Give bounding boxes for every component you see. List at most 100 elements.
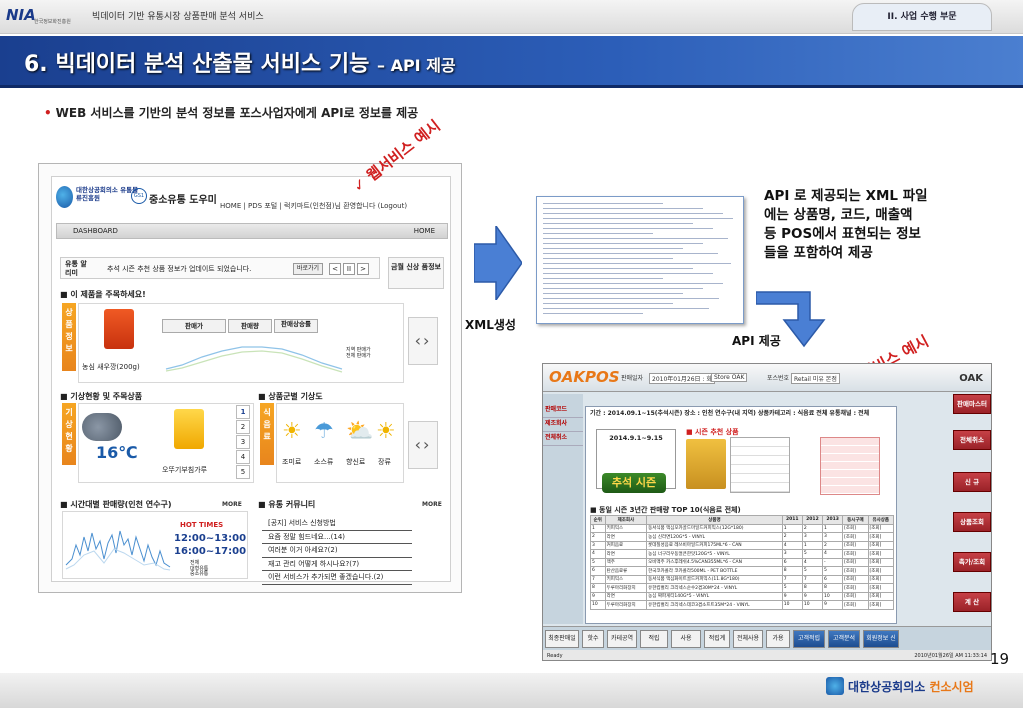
api-description: API 로 제공되는 XML 파일 에는 상품명, 코드, 매출액 등 POS에… — [764, 187, 928, 263]
table-row[interactable]: 7 키피믹스 동서식품 맥심화이트골드커피믹스(11.8G*180) 7 7 6 [조회][… — [590, 574, 895, 584]
page-3[interactable]: 3 — [236, 435, 250, 449]
pos-bottom-button[interactable]: 최종판매일 — [545, 630, 579, 648]
table-lookup-link[interactable]: [조회] — [842, 566, 869, 576]
table-lookup-link[interactable]: [조회] — [867, 549, 895, 559]
pos-btn-master[interactable]: 판매마스터 — [953, 394, 991, 414]
table-lookup-link[interactable]: [조회] — [842, 532, 869, 542]
pos-left-item[interactable]: 전체취소 — [543, 432, 583, 446]
table-lookup-link[interactable]: [조회] — [867, 557, 895, 567]
table-cell: 동서식품 맥심모카골드마일드커피믹스(12G*180) — [646, 523, 783, 533]
page-4[interactable]: 4 — [236, 450, 250, 464]
community-more-link[interactable]: MORE — [422, 501, 442, 508]
table-lookup-link[interactable]: [조회] — [842, 540, 869, 550]
pos-date-field[interactable]: 2010年01月26日 : 화 — [649, 373, 715, 384]
pos-bottom-button[interactable]: 고객분석 — [828, 630, 860, 648]
pos-btn-product-search[interactable]: 상품조회 — [953, 512, 991, 532]
table-row[interactable]: 3 커피음료 롯데칠성음료 레쓰비마일드커피175ML*6 - CAN 4 1 2 [조회]… — [590, 540, 895, 550]
pos-btn-new[interactable]: 신 규 — [953, 472, 991, 492]
table-lookup-link[interactable]: [조회] — [842, 600, 869, 610]
tab-growth[interactable]: 판매상승률 — [274, 319, 318, 333]
table-cell: 맥주 — [604, 557, 648, 567]
page-number: 19 — [990, 650, 1010, 668]
notice-pause-button[interactable]: II — [343, 263, 355, 275]
product-carousel-arrows[interactable]: ‹› — [408, 317, 438, 365]
table-row[interactable]: 10 두루마리화장지 유한킴벌리 크리넥스데코3겹소프트35M*24 - VINYL… — [590, 600, 895, 610]
pos-left-item[interactable]: 제조회사 — [543, 418, 583, 432]
table-row[interactable]: 6 탄산음료류 한국코카콜라 코카콜라500ML - PET BOTTLE 8 5 5 [조… — [590, 566, 895, 576]
table-lookup-link[interactable]: [조회] — [867, 591, 895, 601]
doc-title: 빅데이터 기반 유통시장 상품판매 분석 서비스 — [92, 12, 264, 22]
table-row[interactable]: 1 키피믹스 동서식품 맥심모카골드마일드커피믹스(12G*180) 1 2 1 [조회][… — [590, 523, 895, 533]
pos-bottom-button[interactable]: 카테공역 — [607, 630, 637, 648]
notice-next-button[interactable]: > — [357, 263, 369, 275]
table-cell: 농심 짜파게티140G*5 - VINYL — [646, 591, 783, 601]
table-lookup-link[interactable]: [조회] — [867, 574, 895, 584]
xml-text-line — [543, 238, 728, 239]
pos-bottom-button[interactable]: 사용 — [671, 630, 701, 648]
community-item[interactable]: 요즘 정말 힘드네요...(14) — [262, 531, 412, 544]
home-link[interactable]: HOME — [414, 224, 435, 238]
xml-text-line — [543, 298, 719, 299]
table-lookup-link[interactable]: [조회] — [842, 557, 869, 567]
pos-bottom-button[interactable]: 적립계 — [704, 630, 730, 648]
community-item[interactable]: 재고 관리 어떻게 하시나요?(7) — [262, 558, 412, 571]
tab-price[interactable]: 판매가 — [162, 319, 226, 333]
table-row[interactable]: 4 라면 농심 너구리우동얼큰한맛120G*5 - VINYL 3 5 4 [조회] [조회] — [590, 549, 895, 559]
table-lookup-link[interactable]: [조회] — [867, 566, 895, 576]
table-cell: 5 — [822, 566, 844, 576]
tab-volume[interactable]: 판매량 — [228, 319, 272, 333]
notice-more-button[interactable]: 바로가기 — [293, 263, 323, 275]
page-1[interactable]: 1 — [236, 405, 250, 419]
page-2[interactable]: 2 — [236, 420, 250, 434]
table-lookup-link[interactable]: [조회] — [867, 532, 895, 542]
page-5[interactable]: 5 — [236, 465, 250, 479]
pos-store-field[interactable]: Store OAK — [711, 373, 748, 382]
table-lookup-link[interactable]: [조회] — [867, 600, 895, 610]
table-lookup-link[interactable]: [조회] — [842, 523, 869, 533]
table-row[interactable]: 9 라면 농심 짜파게티140G*5 - VINYL 9 9 10 [조회] [조회] — [590, 591, 895, 601]
table-lookup-link[interactable]: [조회] — [867, 523, 895, 533]
pos-btn-add-search[interactable]: 촉가/조회 — [953, 552, 991, 572]
notice-prev-button[interactable]: < — [329, 263, 341, 275]
hourly-more-link[interactable]: MORE — [222, 501, 242, 508]
community-item[interactable]: 여러분 이거 아세요?(2) — [262, 544, 412, 558]
pos-btn-pay[interactable]: 계 산 — [953, 592, 991, 612]
pos-bottom-button[interactable]: 회원정보 신 구 규 — [863, 630, 899, 658]
pos-btn-cancel-all[interactable]: 전체취소 — [953, 430, 991, 450]
table-lookup-link[interactable]: [조회] — [842, 583, 869, 593]
slide-title-sub: – API 제공 — [377, 56, 456, 75]
section-weather-title: ■ 기상현황 및 주목상품 — [60, 392, 143, 401]
food-vertical-label: 식음료 — [260, 403, 274, 465]
community-item[interactable]: [공지] 서비스 신청방법 — [262, 517, 412, 531]
portal-nav-links[interactable]: HOME | PDS 포털 | 럭키마트(인천점)님 환영합니다 (Logout… — [220, 201, 407, 211]
portal-brand[interactable]: 중소유통 도우미 — [149, 191, 217, 206]
table-row[interactable]: 2 라면 농심 신라면120G*5 - VINYL 2 3 3 [조회] [조회] — [590, 532, 895, 542]
pos-bottom-button[interactable]: 핫수 — [582, 630, 604, 648]
pos-left-item[interactable]: 판매코드 — [543, 404, 583, 418]
community-item[interactable]: 이런 서비스가 추가되면 좋겠습니다.(2) — [262, 571, 412, 585]
table-row[interactable]: 5 맥주 오비맥주 카스후레쉬4.5%CAN355ML*6 - CAN 6 4- [조회]… — [590, 557, 895, 567]
new-product-box[interactable]: 금월 신상 품정보 — [388, 257, 444, 289]
pos-bottom-button[interactable]: 적립 — [640, 630, 668, 648]
pos-bottom-button[interactable]: 가용 — [766, 630, 790, 648]
sun-icon: ☀ — [282, 419, 302, 444]
table-cell: 두루마리화장지 — [604, 600, 648, 610]
table-lookup-link[interactable]: [조회] — [842, 591, 869, 601]
table-lookup-link[interactable]: [조회] — [842, 574, 869, 584]
table-cell: 4 — [781, 540, 803, 550]
table-lookup-link[interactable]: [조회] — [842, 549, 869, 559]
pos-bottom-button[interactable]: 고객적립 — [793, 630, 825, 648]
bullet-label: WEB 서비스를 기반의 분석 정보를 포스사업자에게 API로 정보를 제공 — [55, 106, 419, 120]
pos-bottom-button[interactable]: 전체사용 — [733, 630, 763, 648]
weather-carousel-arrows[interactable]: ‹› — [408, 421, 438, 469]
table-lookup-link[interactable]: [조회] — [867, 540, 895, 550]
table-row[interactable]: 8 두루마리화장지 유한킴벌리 크리넥스순수2겹30M*24 - VINYL 5 8 8[… — [590, 583, 895, 593]
table-cell: 9 — [781, 591, 803, 601]
section-tab: II. 사업 수행 부문 — [852, 3, 992, 31]
related-product-list[interactable] — [820, 437, 880, 495]
notice-text[interactable]: 추석 시즌 추천 상품 정보가 업데이트 되었습니다. — [107, 264, 251, 274]
cat-label-paste: 장류 — [378, 458, 391, 466]
pos-retail-field[interactable]: Retail 미유 본점 — [791, 373, 840, 384]
table-lookup-link[interactable]: [조회] — [867, 583, 895, 593]
season-product-detail-table — [730, 437, 790, 493]
